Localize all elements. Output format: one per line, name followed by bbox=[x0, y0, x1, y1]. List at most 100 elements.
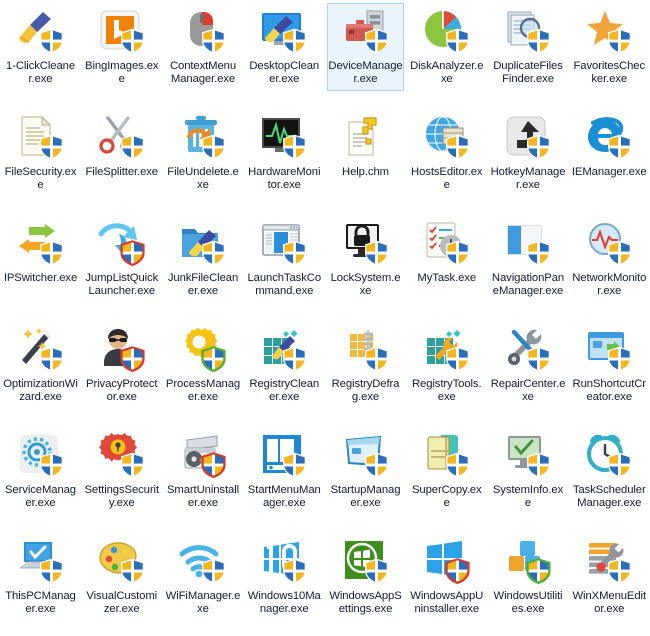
checklist-clock-shield-icon[interactable] bbox=[423, 220, 471, 268]
desktop-icon-item[interactable]: HotkeyManager.exe bbox=[490, 109, 567, 197]
desktop-icon-item[interactable]: HardwareMonitor.exe bbox=[246, 109, 323, 197]
two-arrows-shield-icon[interactable] bbox=[17, 220, 65, 268]
waveform-monitor-shield-icon[interactable] bbox=[260, 114, 308, 162]
desktop-icon-item[interactable]: ProcessManager.exe bbox=[165, 321, 242, 409]
toolbox-server-shield-icon[interactable] bbox=[342, 8, 390, 56]
icon-label: WindowsAppSettings.exe bbox=[328, 590, 403, 617]
desktop-icon-item[interactable]: Help.chm bbox=[327, 109, 404, 183]
desktop-icon-item[interactable]: SmartUninstaller.exe bbox=[165, 427, 242, 515]
curved-arrow-shield-icon[interactable] bbox=[98, 220, 146, 268]
desktop-icon-item[interactable]: LockSystem.exe bbox=[327, 215, 404, 303]
pc-check-shield-icon[interactable] bbox=[17, 538, 65, 586]
registry-wrench-shield-icon[interactable] bbox=[423, 326, 471, 374]
desktop-icon-item[interactable]: ThisPCManager.exe bbox=[2, 533, 79, 621]
desktop-icon-item[interactable]: SettingsSecurity.exe bbox=[83, 427, 160, 515]
desktop-icon-item[interactable]: WinXMenuEditor.exe bbox=[571, 533, 648, 621]
wrench-screwdriver-shield-icon[interactable] bbox=[504, 326, 552, 374]
desktop-icon-item[interactable]: DesktopCleaner.exe bbox=[246, 3, 323, 91]
windows-green-shield-icon[interactable] bbox=[342, 538, 390, 586]
desktop-icon-item[interactable]: PrivacyProtector.exe bbox=[83, 321, 160, 409]
desktop-icon-item[interactable]: StartMenuManager.exe bbox=[246, 427, 323, 515]
copy-pages-shield-icon[interactable] bbox=[423, 432, 471, 480]
gear-green-shield-icon[interactable] bbox=[179, 326, 227, 374]
color-squares-green-shield-icon[interactable] bbox=[504, 538, 552, 586]
desktop-icon-item[interactable]: TaskSchedulerManager.exe bbox=[571, 427, 648, 515]
bing-orange-tile-shield-icon[interactable] bbox=[98, 8, 146, 56]
desktop-icon-item[interactable]: DiskAnalyzer.exe bbox=[408, 3, 485, 91]
desktop-icon-item[interactable]: StartupManager.exe bbox=[327, 427, 404, 515]
window-shortcut-shield-icon[interactable] bbox=[585, 326, 633, 374]
mouse-shield-icon[interactable] bbox=[179, 8, 227, 56]
hotkey-arrow-shield-icon[interactable] bbox=[504, 114, 552, 162]
desktop-icon-item[interactable]: JumpListQuickLauncher.exe bbox=[83, 215, 160, 303]
broom-shield-icon[interactable] bbox=[17, 8, 65, 56]
magic-wand-shield-icon[interactable] bbox=[17, 326, 65, 374]
desktop-broom-shield-icon[interactable] bbox=[260, 8, 308, 56]
desktop-icon-item[interactable]: FileSecurity.exe bbox=[2, 109, 79, 197]
desktop-icon-item[interactable]: HostsEditor.exe bbox=[408, 109, 485, 197]
desktop-icon-item[interactable]: Windows10Manager.exe bbox=[246, 533, 323, 621]
monitor-check-shield-icon[interactable] bbox=[504, 432, 552, 480]
desktop-icon-item[interactable]: WiFiManager.exe bbox=[165, 533, 242, 621]
star-shield-icon[interactable] bbox=[585, 8, 633, 56]
desktop-icon-item[interactable]: IEManager.exe bbox=[571, 109, 648, 183]
icon-cell: FileSecurity.exe bbox=[0, 106, 81, 212]
desktop-icon-item[interactable]: NavigationPaneManager.exe bbox=[490, 215, 567, 303]
desktop-icon-item[interactable]: BingImages.exe bbox=[83, 3, 160, 91]
desktop-icon-item[interactable]: SystemInfo.exe bbox=[490, 427, 567, 515]
document-shield-icon[interactable] bbox=[17, 114, 65, 162]
desktop-icon-item[interactable]: FileUndelete.exe bbox=[165, 109, 242, 197]
registry-broom-shield-icon[interactable] bbox=[260, 326, 308, 374]
desktop-icon-item[interactable]: OptimizationWizard.exe bbox=[2, 321, 79, 409]
windows-10-shield-icon[interactable] bbox=[260, 538, 308, 586]
wifi-shield-icon[interactable] bbox=[179, 538, 227, 586]
desktop-icon-item[interactable]: MyTask.exe bbox=[408, 215, 485, 289]
recycle-bin-undo-shield-icon[interactable] bbox=[179, 114, 227, 162]
desktop-icon-item[interactable]: JunkFileCleaner.exe bbox=[165, 215, 242, 303]
window-panes-shield-icon[interactable] bbox=[260, 220, 308, 268]
pie-chart-shield-icon[interactable] bbox=[423, 8, 471, 56]
person-red-shield-icon[interactable] bbox=[98, 326, 146, 374]
desktop-icon-item[interactable]: FavoritesChecker.exe bbox=[571, 3, 648, 91]
desktop-icon-item[interactable]: SuperCopy.exe bbox=[408, 427, 485, 515]
desktop-icon-item[interactable]: ContextMenuManager.exe bbox=[165, 3, 242, 91]
globe-shield-icon[interactable] bbox=[423, 114, 471, 162]
desktop-icon-item[interactable]: NetworkMonitor.exe bbox=[571, 215, 648, 303]
desktop-icon-grid[interactable]: 1-ClickCleaner.exe BingImages.exe Contex… bbox=[0, 0, 650, 636]
desktop-icon-item[interactable]: LaunchTaskCommand.exe bbox=[246, 215, 323, 303]
help-question-document-icon[interactable] bbox=[342, 114, 390, 162]
disc-box-red-shield-icon[interactable] bbox=[179, 432, 227, 480]
start-menu-shield-icon[interactable] bbox=[260, 432, 308, 480]
scissors-shield-icon[interactable] bbox=[98, 114, 146, 162]
desktop-icon-item[interactable]: RegistryCleaner.exe bbox=[246, 321, 323, 409]
desktop-icon-item[interactable]: WindowsAppUninstaller.exe bbox=[408, 533, 485, 621]
documents-magnifier-shield-icon[interactable] bbox=[504, 8, 552, 56]
nav-pane-shield-icon[interactable] bbox=[504, 220, 552, 268]
desktop-icon-item[interactable]: WindowsAppSettings.exe bbox=[327, 533, 404, 621]
windows-red-circle-shield-icon[interactable] bbox=[423, 538, 471, 586]
desktop-icon-item[interactable]: DuplicateFilesFinder.exe bbox=[490, 3, 567, 91]
desktop-icon-item[interactable]: RegistryTools.exe bbox=[408, 321, 485, 409]
desktop-icon-item[interactable]: IPSwitcher.exe bbox=[2, 215, 79, 289]
red-gear-lock-shield-icon[interactable] bbox=[98, 432, 146, 480]
desktop-icon-item[interactable]: DeviceManager.exe bbox=[327, 3, 404, 91]
desktop-icon-item[interactable]: 1-ClickCleaner.exe bbox=[2, 3, 79, 91]
desktop-icon-item[interactable]: RepairCenter.exe bbox=[490, 321, 567, 409]
alarm-clock-shield-icon[interactable] bbox=[585, 432, 633, 480]
monitor-lock-shield-icon[interactable] bbox=[342, 220, 390, 268]
network-pulse-shield-icon[interactable] bbox=[585, 220, 633, 268]
list-wrench-shield-icon[interactable] bbox=[585, 538, 633, 586]
paint-palette-shield-icon[interactable] bbox=[98, 538, 146, 586]
folder-broom-shield-icon[interactable] bbox=[179, 220, 227, 268]
internet-explorer-shield-icon[interactable] bbox=[585, 114, 633, 162]
icon-cell: StartupManager.exe bbox=[325, 424, 406, 530]
registry-compress-shield-icon[interactable] bbox=[342, 326, 390, 374]
desktop-icon-item[interactable]: FileSplitter.exe bbox=[83, 109, 160, 183]
startup-window-shield-icon[interactable] bbox=[342, 432, 390, 480]
desktop-icon-item[interactable]: VisualCustomizer.exe bbox=[83, 533, 160, 621]
desktop-icon-item[interactable]: WindowsUtilities.exe bbox=[490, 533, 567, 621]
cog-ring-shield-icon[interactable] bbox=[17, 432, 65, 480]
desktop-icon-item[interactable]: RunShortcutCreator.exe bbox=[571, 321, 648, 409]
desktop-icon-item[interactable]: RegistryDefrag.exe bbox=[327, 321, 404, 409]
desktop-icon-item[interactable]: ServiceManager.exe bbox=[2, 427, 79, 515]
